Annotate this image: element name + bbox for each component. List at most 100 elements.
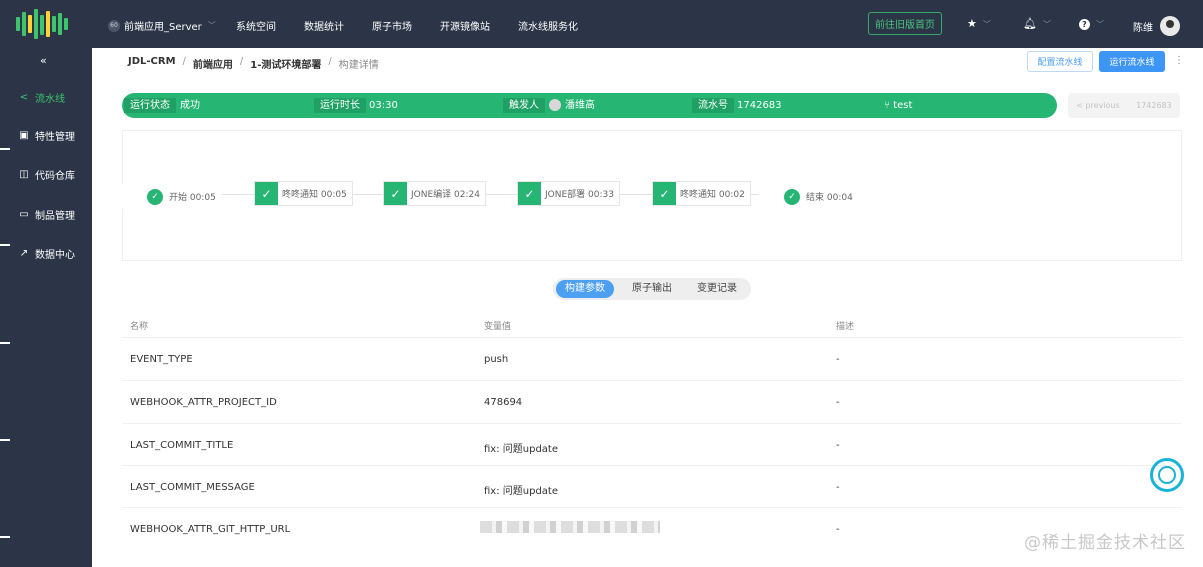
pipeline-number-value: 1742683: [737, 100, 782, 111]
breadcrumb-item[interactable]: 1-测试环境部署: [250, 56, 321, 71]
stage-label: 咚咚通知 00:05: [282, 190, 347, 200]
stage-label: 咚咚通知 00:02: [680, 190, 745, 200]
sidebar-item-label: 数据中心: [35, 250, 75, 261]
trigger-label: 触发人: [503, 98, 545, 113]
sidebar-item-data-center[interactable]: ↗ 数据中心: [18, 246, 75, 261]
help-menu[interactable]: ? ﹀: [1079, 17, 1104, 30]
param-name: EVENT_TYPE: [130, 354, 193, 365]
trigger-value: 潘维高: [565, 100, 595, 111]
check-icon: ✓: [147, 188, 163, 205]
top-nav-item[interactable]: 数据统计: [304, 18, 344, 33]
stage-label: 开始 00:05: [169, 193, 216, 203]
chevron-down-icon: ﹀: [1096, 20, 1104, 29]
stage-connector: [481, 194, 518, 195]
check-icon: ✓: [518, 182, 541, 205]
app-switcher-label: 前端应用_Server: [124, 22, 202, 33]
tab-atom-output[interactable]: 原子输出: [621, 280, 683, 298]
param-value: 478694: [484, 397, 523, 408]
sidebar-item-artifacts[interactable]: ▭ 制品管理: [18, 207, 75, 222]
old-version-button[interactable]: 前往旧版首页: [868, 12, 942, 35]
pipeline-stage[interactable]: ✓ 咚咚通知 00:05: [254, 181, 353, 206]
user-menu[interactable]: 陈维: [1133, 16, 1180, 36]
bell-icon: 🔔︎: [1023, 17, 1037, 30]
param-desc: -: [836, 524, 840, 535]
param-desc: -: [836, 482, 840, 493]
tab-change-log[interactable]: 变更记录: [686, 280, 748, 298]
check-icon: ✓: [384, 182, 407, 205]
pipeline-stage[interactable]: ✓ 咚咚通知 00:02: [652, 181, 751, 206]
avatar: [1160, 16, 1180, 36]
check-icon: ✓: [653, 182, 676, 205]
top-bar: 60 前端应用_Server ﹀ 系统空间 数据统计 原子市场 开源镜像站 流水…: [0, 0, 1203, 48]
config-pipeline-button[interactable]: 配置流水线: [1027, 51, 1093, 72]
param-value: fix: 问题update: [484, 486, 558, 497]
top-nav-item[interactable]: 原子市场: [372, 18, 412, 33]
breadcrumb-item[interactable]: JDL-CRM: [128, 56, 176, 71]
sidebar-item-label: 流水线: [35, 94, 65, 105]
breadcrumb-current: 构建详情: [338, 60, 379, 71]
top-nav-item[interactable]: 系统空间: [236, 18, 276, 33]
sidebar-item-label: 代码仓库: [35, 171, 75, 182]
notifications-menu[interactable]: 🔔︎ ﹀: [1023, 17, 1051, 30]
help-icon: ?: [1079, 19, 1090, 30]
more-icon[interactable]: ⋮: [1174, 55, 1184, 66]
repo-icon: ◫: [19, 169, 29, 180]
table-row: LAST_COMMIT_MESSAGE fix: 问题update -: [122, 466, 1182, 508]
sidebar-item-pipeline[interactable]: < 流水线: [18, 90, 65, 105]
status-label: 运行状态: [124, 98, 176, 113]
clipboard-icon: ▣: [19, 130, 29, 141]
previous-link[interactable]: < previous: [1076, 101, 1119, 110]
pipeline-stage[interactable]: ✓ JONE编译 02:24: [383, 181, 486, 206]
column-header: 名称: [130, 322, 149, 332]
duration-value: 03:30: [369, 100, 398, 111]
pipeline-stage[interactable]: ✓ 开始 00:05: [122, 184, 221, 209]
duration-label: 运行时长: [314, 98, 366, 113]
column-header: 变量值: [484, 322, 512, 332]
pipeline-stage[interactable]: ✓ JONE部署 00:33: [517, 181, 620, 206]
logo[interactable]: [14, 7, 74, 41]
app-switcher[interactable]: 60 前端应用_Server ﹀: [108, 18, 216, 33]
chevron-down-icon: ﹀: [207, 21, 216, 30]
breadcrumb-separator: /: [239, 56, 244, 67]
run-pipeline-button[interactable]: 运行流水线: [1099, 51, 1165, 72]
branch-icon: ⑂: [884, 100, 890, 111]
column-header: 描述: [836, 322, 855, 332]
stage-label: 结束 00:04: [806, 193, 853, 203]
stage-label: JONE编译 02:24: [411, 190, 480, 200]
table-header: 名称 变量值 描述: [122, 310, 1182, 338]
param-value: push: [484, 354, 509, 365]
watermark: @稀土掘金技术社区: [1024, 533, 1186, 553]
param-name: WEBHOOK_ATTR_PROJECT_ID: [130, 397, 277, 408]
top-nav-item[interactable]: 流水线服务化: [518, 18, 578, 33]
previous-run-nav[interactable]: < previous 1742683: [1068, 93, 1180, 118]
detail-tabs: 构建参数 原子输出 变更记录: [553, 278, 751, 300]
breadcrumb: JDL-CRM / 前端应用 / 1-测试环境部署 / 构建详情: [128, 56, 379, 71]
param-name: LAST_COMMIT_MESSAGE: [130, 482, 255, 493]
share-icon: <: [19, 92, 29, 103]
table-row: WEBHOOK_ATTR_PROJECT_ID 478694 -: [122, 381, 1182, 424]
user-name: 陈维: [1133, 22, 1153, 34]
sidebar-divider: [0, 439, 10, 441]
favorites-menu[interactable]: ★ ﹀: [967, 17, 991, 30]
breadcrumb-separator: /: [328, 56, 332, 67]
tab-build-params[interactable]: 构建参数: [556, 280, 614, 298]
top-nav: 系统空间 数据统计 原子市场 开源镜像站 流水线服务化: [236, 18, 606, 33]
previous-number: 1742683: [1136, 101, 1172, 110]
param-name: LAST_COMMIT_TITLE: [130, 440, 234, 451]
sidebar-item-repo[interactable]: ◫ 代码仓库: [18, 167, 75, 182]
top-nav-item[interactable]: 开源镜像站: [440, 18, 490, 33]
check-icon: ✓: [784, 188, 800, 205]
sidebar-item-features[interactable]: ▣ 特性管理: [18, 128, 75, 143]
breadcrumb-item[interactable]: 前端应用: [193, 56, 233, 71]
pipeline-stage[interactable]: ✓ 结束 00:04: [759, 184, 858, 209]
sidebar-divider: [0, 536, 10, 538]
check-icon: ✓: [255, 182, 278, 205]
redacted-value: [480, 521, 660, 533]
chevron-down-icon: ﹀: [982, 20, 991, 29]
branch-info[interactable]: ⑂ test: [884, 98, 912, 113]
app-badge-icon: 60: [108, 19, 120, 32]
collapse-icon[interactable]: «: [40, 54, 47, 67]
sidebar-item-label: 特性管理: [35, 132, 75, 143]
pipeline-number-label: 流水号: [692, 98, 734, 113]
support-icon[interactable]: [1150, 458, 1184, 492]
